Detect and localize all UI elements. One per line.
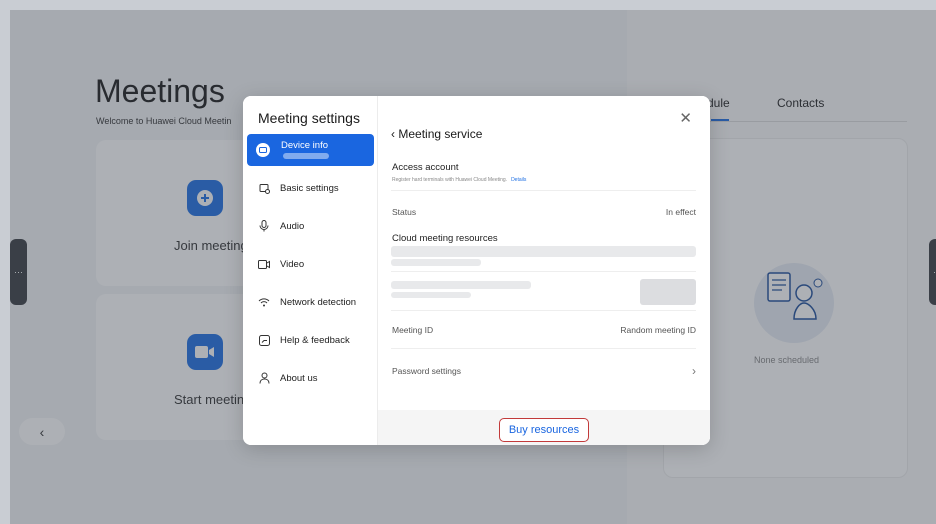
- user-icon: [258, 372, 270, 384]
- screen: Meetings Welcome to Huawei Cloud Meetin …: [0, 0, 936, 524]
- meeting-id-value[interactable]: Random meeting ID: [620, 325, 696, 335]
- divider: [391, 348, 696, 349]
- buy-resources-button[interactable]: Buy resources: [499, 418, 589, 442]
- access-account-label: Access account: [392, 162, 459, 173]
- blurred-resource-line: [391, 259, 481, 266]
- meeting-id-label: Meeting ID: [392, 325, 434, 335]
- meeting-service-panel: ✕ ‹ Meeting service Access account Regis…: [378, 96, 710, 445]
- sidebar-item-device-info[interactable]: Device info: [247, 134, 374, 166]
- cloud-resources-label: Cloud meeting resources: [392, 233, 498, 244]
- blurred-resource-line: [391, 292, 471, 298]
- blurred-resource-line: [391, 246, 696, 257]
- sidebar-item-label: Audio: [280, 220, 305, 232]
- sidebar-item-help-feedback[interactable]: Help & feedback: [247, 325, 374, 355]
- dialog-title: Meeting settings: [258, 110, 360, 126]
- settings-sidebar: Meeting settings Device info Basic setti…: [243, 96, 378, 445]
- divider: [391, 190, 696, 191]
- access-account-description: Register hard terminals with Huawei Clou…: [392, 177, 526, 183]
- help-icon: [258, 334, 270, 346]
- status-label: Status: [392, 207, 417, 217]
- chevron-right-icon[interactable]: ›: [692, 364, 696, 378]
- status-value: In effect: [665, 207, 696, 217]
- sidebar-item-about-us[interactable]: About us: [247, 363, 374, 393]
- access-account-sub: Register hard terminals with Huawei Clou…: [392, 177, 508, 183]
- sidebar-item-video[interactable]: Video: [247, 249, 374, 279]
- basic-settings-icon: [258, 182, 270, 194]
- wifi-icon: [258, 296, 270, 308]
- sidebar-item-label: Help & feedback: [280, 334, 350, 346]
- sidebar-item-label: Device info: [281, 140, 328, 151]
- password-settings-label[interactable]: Password settings: [392, 366, 461, 376]
- divider: [391, 271, 696, 272]
- microphone-icon: [258, 220, 270, 232]
- meeting-settings-dialog: Meeting settings Device info Basic setti…: [243, 96, 710, 445]
- blurred-resource-value: [640, 279, 696, 305]
- details-link[interactable]: Details: [511, 177, 526, 183]
- back-to-meeting-service[interactable]: ‹ Meeting service: [391, 127, 482, 141]
- sidebar-item-basic-settings[interactable]: Basic settings: [247, 173, 374, 203]
- sidebar-item-label: Video: [280, 258, 305, 270]
- panel-title: Meeting service: [398, 127, 483, 141]
- sidebar-item-label: Basic settings: [280, 182, 339, 194]
- dialog-footer: Buy resources: [378, 410, 710, 445]
- blurred-device-name: [283, 153, 329, 159]
- device-icon: [256, 143, 270, 157]
- video-icon: [258, 258, 270, 270]
- sidebar-item-network-detection[interactable]: Network detection: [247, 287, 374, 317]
- sidebar-item-audio[interactable]: Audio: [247, 211, 374, 241]
- close-icon[interactable]: ✕: [679, 109, 692, 127]
- divider: [391, 310, 696, 311]
- blurred-resource-line: [391, 281, 531, 289]
- sidebar-item-label: About us: [280, 372, 318, 384]
- sidebar-item-label: Network detection: [280, 296, 357, 308]
